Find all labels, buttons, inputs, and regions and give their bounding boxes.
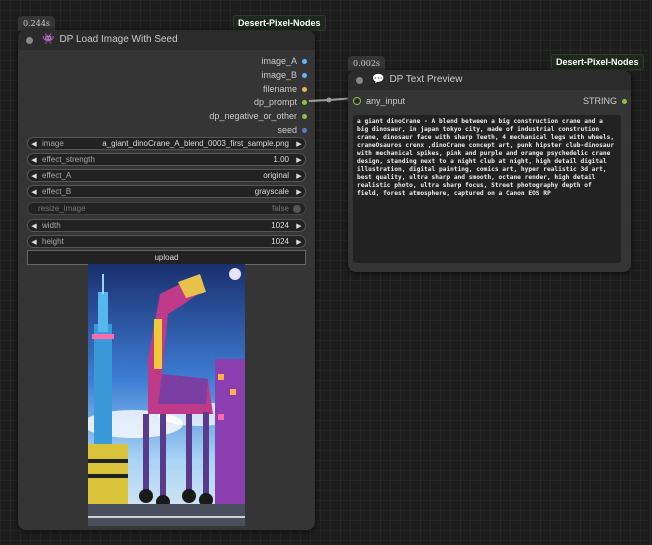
output-label: image_B bbox=[261, 70, 297, 80]
output-label: dp_negative_or_other bbox=[209, 111, 297, 121]
collapse-toggle-icon[interactable] bbox=[356, 76, 363, 84]
right-arrow-icon[interactable]: ▶ bbox=[293, 238, 305, 246]
left-arrow-icon[interactable]: ◀ bbox=[28, 188, 40, 196]
left-arrow-icon[interactable]: ◀ bbox=[28, 140, 40, 148]
load-node-pack-badge: Desert-Pixel-Nodes bbox=[233, 15, 326, 31]
right-arrow-icon[interactable]: ▶ bbox=[293, 156, 305, 164]
left-arrow-icon[interactable]: ◀ bbox=[28, 222, 40, 230]
output-label: filename bbox=[262, 84, 297, 94]
input-any-input[interactable]: any_input bbox=[353, 96, 405, 106]
height-number[interactable]: ◀ height 1024 ▶ bbox=[27, 235, 306, 248]
output-dp-negative[interactable]: dp_negative_or_other bbox=[209, 111, 307, 121]
widget-value: false bbox=[272, 204, 289, 213]
text-node-title-bar[interactable]: 💬 DP Text Preview bbox=[348, 70, 631, 90]
widget-value: 1024 bbox=[271, 221, 289, 230]
widget-label: width bbox=[42, 221, 61, 230]
right-arrow-icon[interactable]: ▶ bbox=[293, 140, 305, 148]
effect-b-combo[interactable]: ◀ effect_B grayscale ▶ bbox=[27, 185, 306, 198]
output-label: STRING bbox=[582, 96, 617, 106]
text-preview-node[interactable]: 💬 DP Text Preview any_input STRING a gia… bbox=[348, 70, 631, 272]
output-label: dp_prompt bbox=[253, 97, 297, 107]
widget-value: 1.00 bbox=[273, 155, 289, 164]
toggle-knob-icon[interactable] bbox=[293, 204, 301, 213]
widget-value: grayscale bbox=[254, 187, 289, 196]
widget-label: height bbox=[42, 237, 64, 246]
output-seed[interactable]: seed bbox=[277, 125, 307, 135]
output-slot-icon[interactable] bbox=[622, 98, 627, 104]
widget-label: effect_A bbox=[42, 171, 72, 180]
left-arrow-icon[interactable]: ◀ bbox=[28, 238, 40, 246]
left-arrow-icon[interactable]: ◀ bbox=[28, 156, 40, 164]
output-slot-icon[interactable] bbox=[302, 113, 307, 119]
text-node-timing: 0.002s bbox=[348, 56, 386, 71]
text-node-title: DP Text Preview bbox=[389, 74, 463, 85]
output-slot-icon[interactable] bbox=[302, 86, 307, 92]
effect-strength-number[interactable]: ◀ effect_strength 1.00 ▶ bbox=[27, 153, 306, 166]
speech-bubble-emoji-icon: 💬 bbox=[372, 74, 385, 85]
left-arrow-icon[interactable]: ◀ bbox=[28, 172, 40, 180]
collapse-toggle-icon[interactable] bbox=[26, 36, 33, 44]
output-image-b[interactable]: image_B bbox=[261, 70, 307, 80]
output-filename[interactable]: filename bbox=[263, 84, 307, 94]
output-slot-icon[interactable] bbox=[302, 127, 307, 133]
widget-value: original bbox=[263, 171, 289, 180]
output-image-a[interactable]: image_A bbox=[261, 56, 307, 66]
input-slot-icon[interactable] bbox=[353, 97, 361, 105]
input-label: any_input bbox=[366, 96, 406, 106]
output-slot-icon[interactable] bbox=[302, 58, 307, 64]
output-string[interactable]: STRING bbox=[583, 96, 627, 106]
text-preview-content[interactable]: a giant dinoCrane - A blend between a bi… bbox=[353, 115, 621, 263]
effect-a-combo[interactable]: ◀ effect_A original ▶ bbox=[27, 169, 306, 182]
load-node-title-bar[interactable]: 👾 DP Load Image With Seed bbox=[18, 30, 315, 50]
resize-image-toggle[interactable]: resize_image false bbox=[27, 202, 306, 215]
widget-label: effect_strength bbox=[42, 155, 95, 164]
ghost-emoji-icon: 👾 bbox=[42, 34, 55, 45]
width-number[interactable]: ◀ width 1024 ▶ bbox=[27, 219, 306, 232]
right-arrow-icon[interactable]: ▶ bbox=[293, 222, 305, 230]
widget-label: effect_B bbox=[42, 187, 72, 196]
right-arrow-icon[interactable]: ▶ bbox=[293, 172, 305, 180]
upload-button[interactable]: upload bbox=[27, 250, 306, 265]
widget-value: 1024 bbox=[271, 237, 289, 246]
load-node-title: DP Load Image With Seed bbox=[59, 34, 178, 45]
widget-label: image bbox=[42, 139, 64, 148]
image-preview bbox=[88, 264, 245, 526]
widget-label: resize_image bbox=[38, 204, 86, 213]
output-dp-prompt[interactable]: dp_prompt bbox=[254, 97, 307, 107]
right-arrow-icon[interactable]: ▶ bbox=[293, 188, 305, 196]
load-image-node[interactable]: 👾 DP Load Image With Seed image_A image_… bbox=[18, 30, 315, 530]
output-label: image_A bbox=[261, 56, 297, 66]
widget-value: a_giant_dinoCrane_A_blend_0003_first_sam… bbox=[102, 139, 289, 148]
output-label: seed bbox=[277, 125, 297, 135]
load-node-timing: 0.244s bbox=[18, 16, 56, 31]
output-slot-icon[interactable] bbox=[302, 72, 307, 78]
image-combo[interactable]: ◀ image a_giant_dinoCrane_A_blend_0003_f… bbox=[27, 137, 306, 150]
text-node-pack-badge: Desert-Pixel-Nodes bbox=[551, 54, 644, 70]
